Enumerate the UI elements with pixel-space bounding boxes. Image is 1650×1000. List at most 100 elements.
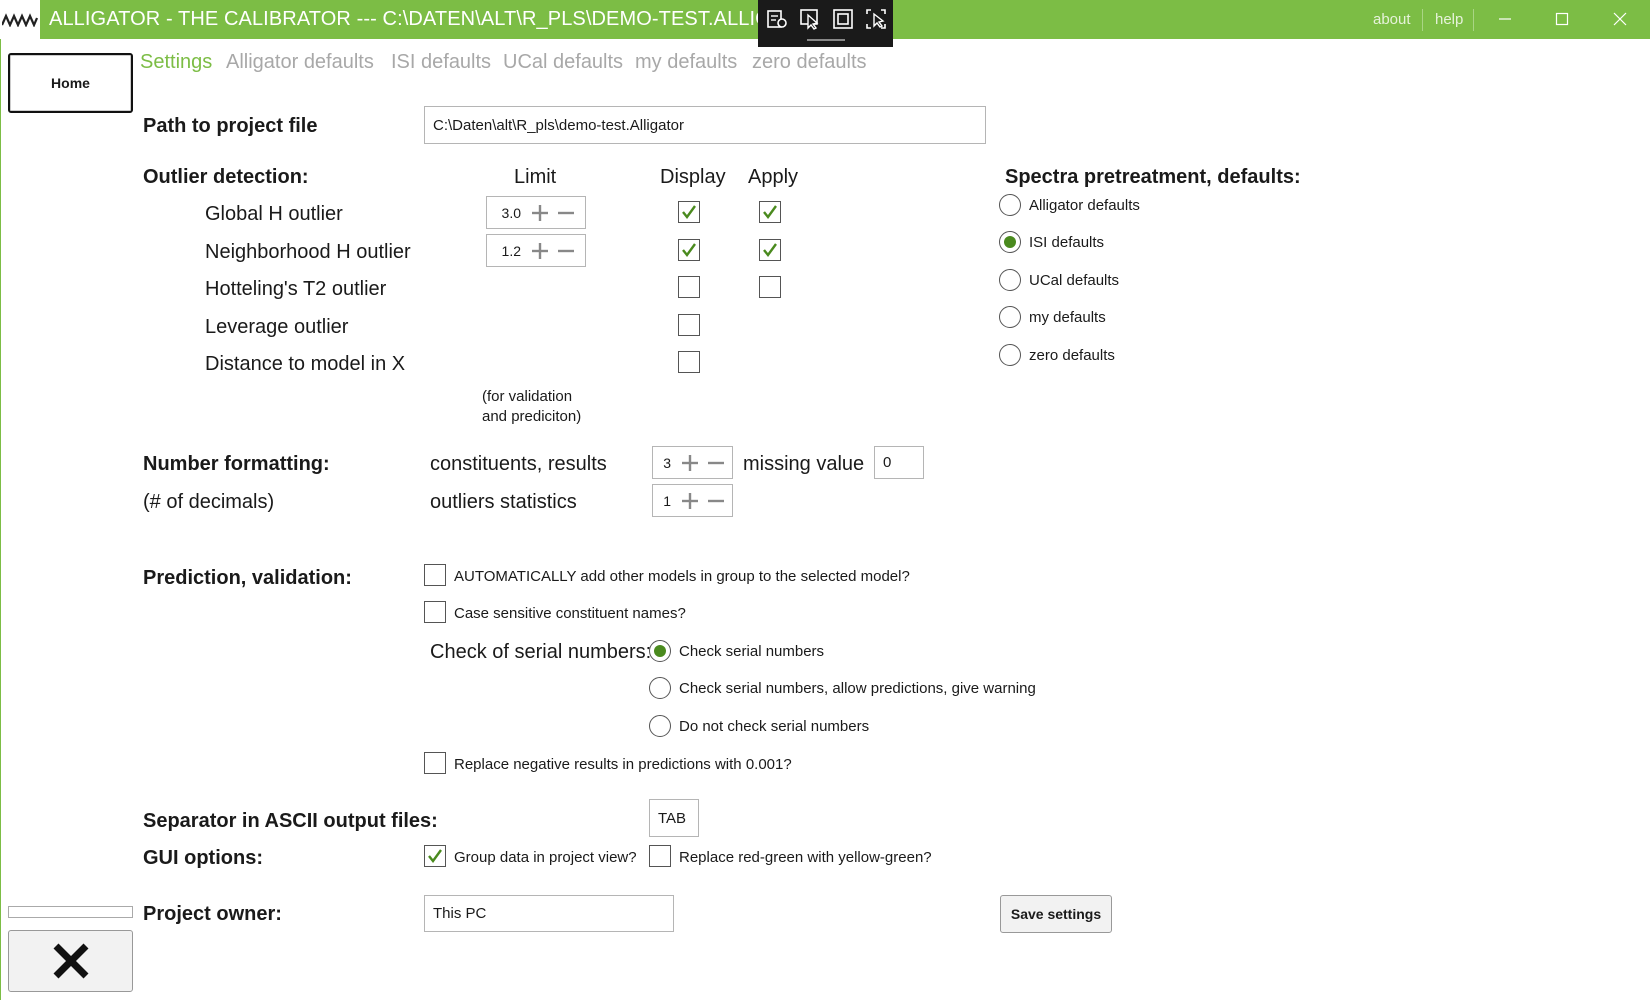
serial-option-label: Check serial numbers, allow predictions,… xyxy=(679,680,1036,697)
project-owner-label: Project owner: xyxy=(143,903,282,925)
group-data-label: Group data in project view? xyxy=(454,849,637,866)
tab-zero-defaults[interactable]: zero defaults xyxy=(752,51,867,74)
plus-icon[interactable] xyxy=(527,236,553,266)
missing-value-input[interactable]: 0 xyxy=(874,446,924,479)
save-settings-button[interactable]: Save settings xyxy=(1000,895,1112,933)
plus-icon[interactable] xyxy=(677,486,703,516)
maximize-icon[interactable] xyxy=(1551,8,1573,30)
validation-note: and prediciton) xyxy=(482,408,582,425)
outlier-row-label: Global H outlier xyxy=(205,203,343,225)
pretreatment-label: Spectra pretreatment, defaults: xyxy=(1005,166,1301,188)
pretreatment-radio-isi[interactable] xyxy=(999,231,1021,253)
pretreatment-option-label: zero defaults xyxy=(1029,347,1115,364)
pretreatment-option-label: my defaults xyxy=(1029,309,1106,326)
tab-ucal-defaults[interactable]: UCal defaults xyxy=(503,51,623,74)
red-green-checkbox[interactable] xyxy=(649,845,671,867)
toolbar-grip[interactable] xyxy=(807,39,845,41)
pretreatment-option-label: UCal defaults xyxy=(1029,272,1120,289)
stepper-value[interactable]: 3 xyxy=(653,455,677,471)
window-border xyxy=(0,39,1,1000)
case-sensitive-checkbox[interactable] xyxy=(424,601,446,623)
plus-icon[interactable] xyxy=(677,448,703,478)
prediction-validation-label: Prediction, validation: xyxy=(143,567,352,589)
pretreatment-radio-alligator[interactable] xyxy=(999,194,1021,216)
left-panel-divider xyxy=(8,906,133,918)
serial-option-label: Check serial numbers xyxy=(679,643,825,660)
constituents-label: constituents, results xyxy=(430,453,607,475)
project-owner-input[interactable]: This PC xyxy=(424,895,674,932)
alligator-logo-icon xyxy=(0,0,40,39)
help-link[interactable]: help xyxy=(1435,11,1463,28)
hotteling-display-checkbox[interactable] xyxy=(678,276,700,298)
outlier-row-label: Neighborhood H outlier xyxy=(205,241,411,263)
region-capture-icon[interactable] xyxy=(832,8,854,30)
minus-icon[interactable] xyxy=(553,236,579,266)
outlier-row-label: Leverage outlier xyxy=(205,316,349,338)
pretreatment-option-label: Alligator defaults xyxy=(1029,197,1140,214)
auto-add-models-checkbox[interactable] xyxy=(424,564,446,586)
outlier-detection-label: Outlier detection: xyxy=(143,166,309,188)
missing-value-label: missing value xyxy=(743,453,865,475)
serial-option-label: Do not check serial numbers xyxy=(679,718,870,735)
display-column-header: Display xyxy=(660,166,726,188)
serial-radio-warn[interactable] xyxy=(649,677,671,699)
tab-alligator-defaults[interactable]: Alligator defaults xyxy=(226,51,374,74)
minus-icon[interactable] xyxy=(553,198,579,228)
tab-isi-defaults[interactable]: ISI defaults xyxy=(391,51,491,74)
neighborhood-h-limit-stepper[interactable]: 1.2 xyxy=(486,234,586,267)
plus-icon[interactable] xyxy=(527,198,553,228)
pretreatment-radio-ucal[interactable] xyxy=(999,269,1021,291)
number-formatting-label: Number formatting: xyxy=(143,453,330,475)
about-link[interactable]: about xyxy=(1373,11,1411,28)
separator-label: Separator in ASCII output files: xyxy=(143,810,438,832)
global-h-display-checkbox[interactable] xyxy=(678,201,700,223)
minus-icon[interactable] xyxy=(703,448,729,478)
tab-my-defaults[interactable]: my defaults xyxy=(635,51,737,74)
pretreatment-radio-zero[interactable] xyxy=(999,344,1021,366)
outlier-row-label: Distance to model in X xyxy=(205,353,406,375)
screenshot-settings-icon[interactable] xyxy=(766,8,788,30)
hotteling-apply-checkbox[interactable] xyxy=(759,276,781,298)
titlebar-divider xyxy=(1473,9,1474,31)
limit-column-header: Limit xyxy=(514,166,557,188)
replace-negative-label: Replace negative results in predictions … xyxy=(454,756,792,773)
auto-add-models-label: AUTOMATICALLY add other models in group … xyxy=(454,568,910,585)
validation-note: (for validation xyxy=(482,388,573,405)
stepper-value[interactable]: 3.0 xyxy=(487,205,527,221)
constituents-decimals-stepper[interactable]: 3 xyxy=(652,446,733,479)
minimize-icon[interactable] xyxy=(1494,8,1516,30)
close-project-button[interactable] xyxy=(8,930,133,992)
stepper-value[interactable]: 1.2 xyxy=(487,243,527,259)
tab-settings[interactable]: Settings xyxy=(140,51,212,74)
outlier-row-label: Hotteling's T2 outlier xyxy=(205,278,387,300)
pretreatment-option-label: ISI defaults xyxy=(1029,234,1105,251)
pointer-capture-icon[interactable] xyxy=(799,8,821,30)
gui-options-label: GUI options: xyxy=(143,847,263,869)
leverage-display-checkbox[interactable] xyxy=(678,314,700,336)
close-icon[interactable] xyxy=(1609,8,1631,30)
distance-display-checkbox[interactable] xyxy=(678,351,700,373)
global-h-limit-stepper[interactable]: 3.0 xyxy=(486,196,586,229)
group-data-checkbox[interactable] xyxy=(424,845,446,867)
decimals-sublabel: (# of decimals) xyxy=(143,491,275,513)
home-button[interactable]: Home xyxy=(8,53,133,113)
stepper-value[interactable]: 1 xyxy=(653,493,677,509)
separator-input[interactable]: TAB xyxy=(649,799,699,837)
case-sensitive-label: Case sensitive constituent names? xyxy=(454,605,686,622)
project-path-input[interactable]: C:\Daten\alt\R_pls\demo-test.Alligator xyxy=(424,106,986,144)
neighborhood-h-apply-checkbox[interactable] xyxy=(759,239,781,261)
replace-negative-checkbox[interactable] xyxy=(424,752,446,774)
apply-column-header: Apply xyxy=(748,166,799,188)
pretreatment-radio-my[interactable] xyxy=(999,306,1021,328)
serial-check-label: Check of serial numbers: xyxy=(430,641,652,663)
window-capture-icon[interactable] xyxy=(865,8,887,30)
neighborhood-h-display-checkbox[interactable] xyxy=(678,239,700,261)
serial-radio-none[interactable] xyxy=(649,715,671,737)
outliers-decimals-stepper[interactable]: 1 xyxy=(652,484,733,517)
titlebar-divider xyxy=(1422,9,1423,31)
outliers-statistics-label: outliers statistics xyxy=(430,491,577,513)
big-x-icon xyxy=(53,943,88,979)
global-h-apply-checkbox[interactable] xyxy=(759,201,781,223)
serial-radio-check[interactable] xyxy=(649,640,671,662)
minus-icon[interactable] xyxy=(703,486,729,516)
